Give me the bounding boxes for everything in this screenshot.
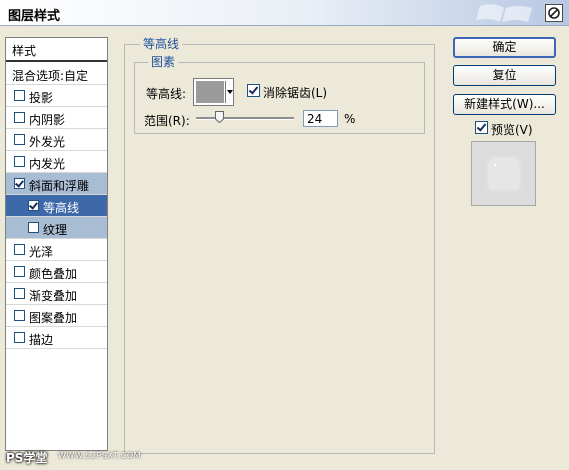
style-item-6[interactable]: 等高线 bbox=[6, 195, 107, 217]
range-slider-thumb[interactable] bbox=[215, 111, 225, 123]
contour-picker[interactable] bbox=[193, 78, 234, 106]
style-item-label: 纹理 bbox=[43, 223, 68, 237]
style-item-11[interactable]: 图案叠加 bbox=[6, 305, 107, 327]
ok-button[interactable]: 确定 bbox=[453, 37, 556, 58]
antialias-label[interactable]: 消除锯齿(L) bbox=[263, 84, 327, 101]
preview-label[interactable]: 预览(V) bbox=[491, 121, 533, 138]
range-value: 24 bbox=[307, 112, 323, 126]
title-bar[interactable]: 图层样式 bbox=[0, 0, 569, 26]
contour-section-title: 等高线 bbox=[140, 35, 183, 52]
close-button[interactable] bbox=[545, 4, 563, 22]
style-item-label: 渐变叠加 bbox=[29, 289, 78, 303]
style-item-8[interactable]: 光泽 bbox=[6, 239, 107, 261]
styles-header-label: 样式 bbox=[12, 44, 37, 58]
reset-button[interactable]: 复位 bbox=[453, 65, 556, 86]
window-title: 图层样式 bbox=[8, 9, 61, 24]
elements-group-title: 图素 bbox=[148, 53, 179, 70]
style-item-0[interactable]: 混合选项:自定 bbox=[6, 63, 107, 85]
style-item-1[interactable]: 投影 bbox=[6, 85, 107, 107]
style-item-checkbox[interactable] bbox=[14, 244, 25, 255]
style-item-7[interactable]: 纹理 bbox=[6, 217, 107, 239]
style-item-3[interactable]: 外发光 bbox=[6, 129, 107, 151]
preview-checkbox[interactable] bbox=[475, 121, 488, 134]
style-item-label: 颜色叠加 bbox=[29, 267, 78, 281]
style-item-checkbox[interactable] bbox=[14, 266, 25, 277]
style-preview bbox=[471, 141, 536, 206]
style-item-checkbox[interactable] bbox=[14, 112, 25, 123]
style-item-label: 描边 bbox=[29, 333, 54, 347]
contour-label: 等高线: bbox=[146, 87, 187, 101]
style-item-checkbox[interactable] bbox=[14, 178, 25, 189]
style-item-5[interactable]: 斜面和浮雕 bbox=[6, 173, 107, 195]
watermark-text: PS学堂 bbox=[6, 451, 48, 465]
style-item-2[interactable]: 内阴影 bbox=[6, 107, 107, 129]
style-item-12[interactable]: 描边 bbox=[6, 327, 107, 349]
style-item-label: 斜面和浮雕 bbox=[29, 179, 90, 193]
style-item-label: 外发光 bbox=[29, 135, 66, 149]
style-item-checkbox[interactable] bbox=[14, 332, 25, 343]
range-slider-track[interactable] bbox=[196, 117, 294, 120]
style-item-4[interactable]: 内发光 bbox=[6, 151, 107, 173]
new-style-button[interactable]: 新建样式(W)... bbox=[453, 94, 556, 115]
contour-thumbnail[interactable] bbox=[196, 81, 224, 103]
antialias-checkbox[interactable] bbox=[247, 84, 260, 97]
style-item-checkbox[interactable] bbox=[14, 156, 25, 167]
range-unit: % bbox=[344, 112, 356, 126]
range-label: 范围(R): bbox=[144, 114, 190, 128]
style-item-label: 内发光 bbox=[29, 157, 66, 171]
contour-dropdown-arrow-icon[interactable] bbox=[225, 81, 233, 103]
style-item-9[interactable]: 颜色叠加 bbox=[6, 261, 107, 283]
style-item-label: 等高线 bbox=[43, 201, 80, 215]
styles-header[interactable]: 样式 bbox=[6, 38, 107, 62]
style-item-checkbox[interactable] bbox=[14, 134, 25, 145]
style-item-checkbox[interactable] bbox=[28, 200, 39, 211]
layer-style-dialog: 图层样式 样式 混合选项:自定 投影 内阴影 外发光 内发光 斜面和浮雕 等高线 纹理 光泽 颜色… bbox=[0, 0, 569, 470]
watermark-url: WWW.52PSXT.COM bbox=[58, 451, 142, 460]
range-input[interactable]: 24 bbox=[303, 110, 338, 127]
style-item-label: 混合选项:自定 bbox=[12, 69, 89, 83]
close-icon bbox=[548, 7, 560, 19]
style-item-10[interactable]: 渐变叠加 bbox=[6, 283, 107, 305]
style-item-label: 光泽 bbox=[29, 245, 54, 259]
style-item-checkbox[interactable] bbox=[14, 310, 25, 321]
style-item-checkbox[interactable] bbox=[28, 222, 39, 233]
style-item-label: 内阴影 bbox=[29, 113, 66, 127]
style-item-label: 图案叠加 bbox=[29, 311, 78, 325]
style-item-checkbox[interactable] bbox=[14, 288, 25, 299]
style-preview-highlight bbox=[494, 164, 496, 166]
style-item-checkbox[interactable] bbox=[14, 90, 25, 101]
windows-logo-watermark-icon bbox=[476, 4, 532, 23]
style-item-label: 投影 bbox=[29, 91, 54, 105]
styles-list: 样式 混合选项:自定投影内阴影外发光内发光斜面和浮雕等高线纹理光泽颜色叠加渐变叠… bbox=[5, 37, 108, 451]
